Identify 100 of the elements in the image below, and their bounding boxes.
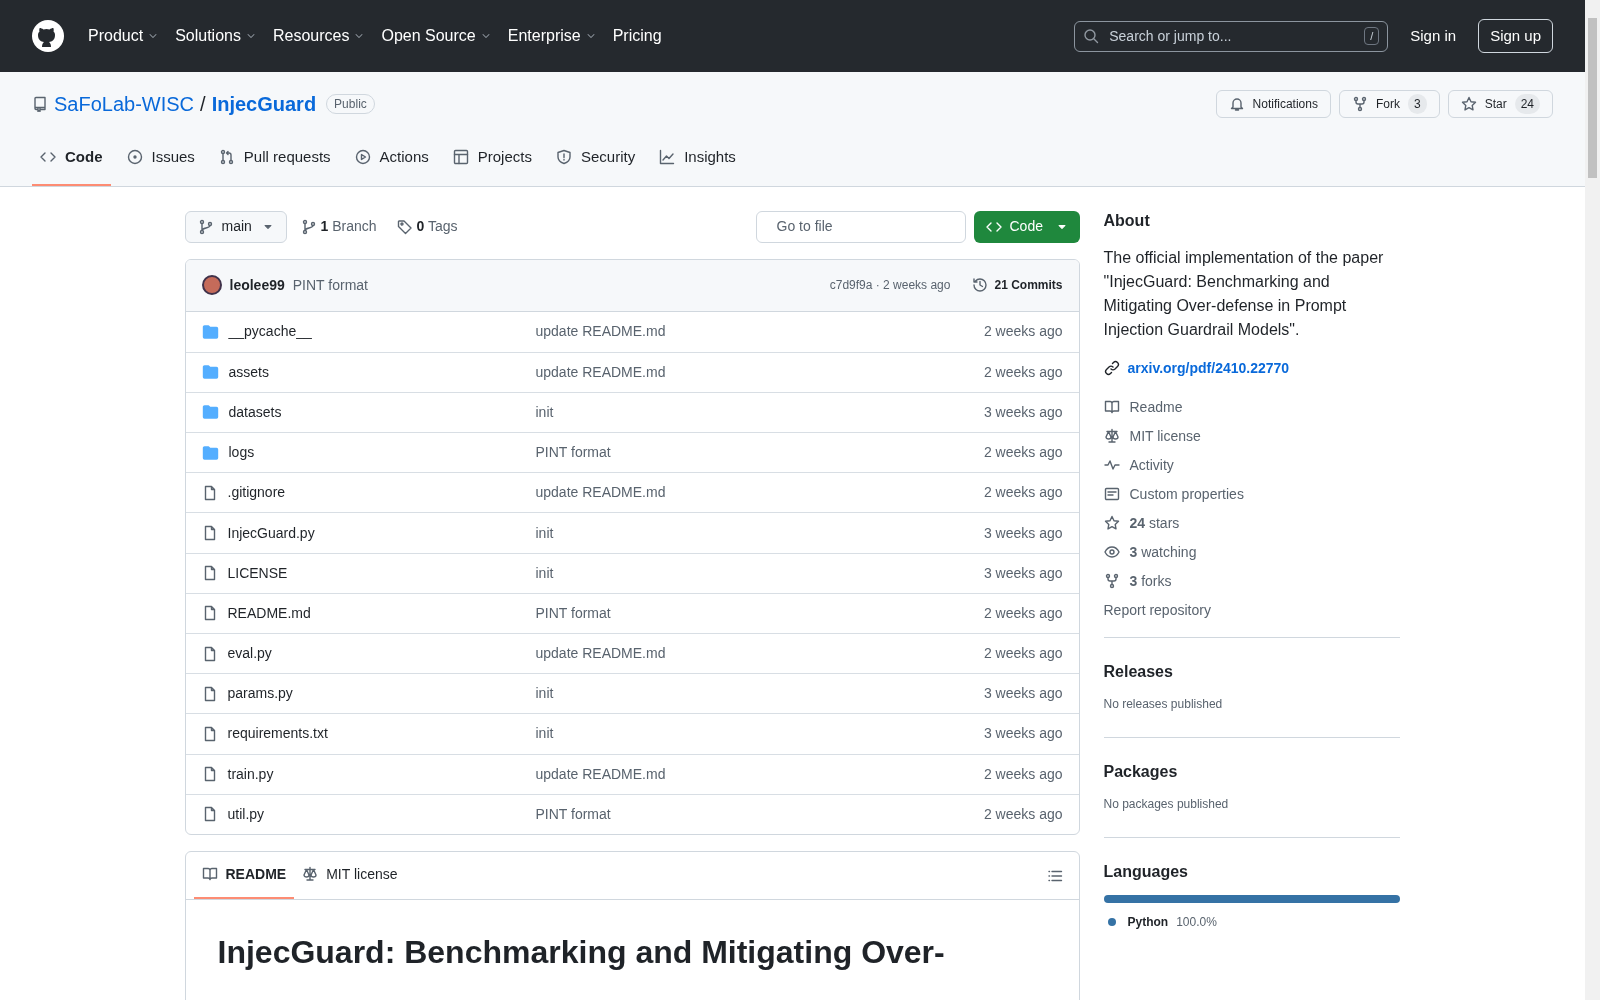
- author-link[interactable]: leolee99: [229, 274, 285, 296]
- commit-message: update README.md: [535, 322, 667, 342]
- search-field[interactable]: Search or jump to...: [1107, 24, 1357, 48]
- scrollbar[interactable]: [1585, 0, 1600, 1000]
- go-to-file-field[interactable]: Go to file: [755, 210, 966, 243]
- logo[interactable]: [32, 20, 64, 52]
- commit-time: 3 weeks ago: [983, 523, 1063, 543]
- repository-tab[interactable]: Projects: [444, 138, 540, 186]
- section-heading: Releases: [1103, 661, 1174, 681]
- about-link[interactable]: 3 forks: [1103, 566, 1400, 596]
- branches-link[interactable]: 1 Branch: [294, 216, 383, 237]
- fork-button[interactable]: Fork 3: [1338, 90, 1440, 118]
- file-name-link[interactable]: util.py: [227, 803, 265, 825]
- readme-heading: InjecGuard: Benchmarking and Mitigating Over-: [217, 932, 945, 972]
- readme-tab[interactable]: README: [193, 851, 295, 900]
- repository-tab[interactable]: Issues: [118, 138, 203, 186]
- branch-selector[interactable]: main: [184, 210, 287, 243]
- file-name-link[interactable]: assets: [228, 361, 269, 383]
- nav-menu-item[interactable]: Resources: [264, 18, 374, 54]
- website-link[interactable]: arxiv.org/pdf/2410.22770: [1127, 357, 1290, 379]
- nav-menu-item[interactable]: Solutions: [167, 18, 265, 54]
- report-link[interactable]: Report repository: [1103, 595, 1400, 625]
- code-button[interactable]: Code: [973, 210, 1080, 243]
- commit-time: 3 weeks ago: [983, 563, 1063, 583]
- language-percent: 100.0%: [1176, 914, 1217, 932]
- file-name-link[interactable]: train.py: [227, 763, 274, 785]
- about-link[interactable]: Custom properties: [1103, 479, 1400, 509]
- file-name-link[interactable]: LICENSE: [227, 562, 288, 584]
- file-name-link[interactable]: README.md: [227, 602, 311, 624]
- commit-message: init: [535, 523, 555, 543]
- branch-icon: [300, 218, 317, 235]
- notifications-button[interactable]: Notifications: [1215, 90, 1331, 118]
- commit-message: PINT format: [535, 603, 612, 623]
- commit-time: 2 weeks ago: [983, 483, 1063, 503]
- star-button[interactable]: Star 24: [1447, 90, 1553, 118]
- description: The official implementation of the paper "InjecGuard: Benchmarking and Mitigating Over-defense in Prompt Injection Guardrail Models".: [1103, 247, 1385, 340]
- commits-link[interactable]: 21 Commits: [972, 276, 1063, 294]
- about-link[interactable]: MIT license: [1103, 421, 1400, 451]
- path-separator: /: [200, 92, 206, 117]
- repository-tab[interactable]: Pull requests: [210, 138, 339, 186]
- about-link[interactable]: Readme: [1103, 392, 1400, 422]
- owner-link[interactable]: SaFoLab-WISC: [54, 89, 195, 119]
- bell-icon: [1228, 96, 1245, 112]
- commit-time: 2 weeks ago: [983, 644, 1063, 664]
- issue-icon: [126, 149, 143, 166]
- search-field[interactable]: Search or jump to... /: [1074, 20, 1389, 52]
- book-icon: [201, 866, 218, 883]
- file-name-link[interactable]: __pycache__: [228, 321, 312, 343]
- about-link[interactable]: 3 watching: [1103, 537, 1400, 567]
- nav-menu-item[interactable]: Product: [80, 18, 168, 54]
- commit-time: 2 weeks ago: [983, 764, 1063, 784]
- sign-up-button[interactable]: Sign up: [1478, 18, 1553, 54]
- folder-icon: [201, 323, 219, 340]
- commit-message: init: [535, 724, 555, 744]
- history-icon: [972, 277, 989, 293]
- avatar[interactable]: [201, 275, 222, 295]
- table-icon: [452, 149, 469, 166]
- repository-tab[interactable]: Actions: [346, 138, 437, 186]
- commit-message: PINT format: [535, 443, 612, 463]
- repository-tab[interactable]: Security: [547, 138, 644, 186]
- branch-icon: [197, 218, 214, 235]
- repository-link[interactable]: InjecGuard: [211, 89, 317, 119]
- fork-icon: [1103, 573, 1120, 590]
- commit-message: PINT format: [292, 275, 368, 295]
- star-icon: [1103, 515, 1120, 532]
- file-name-link[interactable]: InjecGuard.py: [227, 522, 315, 544]
- commit-message: PINT format: [535, 804, 612, 824]
- commit-message: init: [535, 402, 555, 422]
- folder-icon: [201, 404, 219, 421]
- nav-menu-item[interactable]: Pricing: [604, 18, 670, 54]
- commit-time: 3 weeks ago: [983, 402, 1063, 422]
- commit-time: 2 weeks ago: [983, 603, 1063, 623]
- tags-link[interactable]: 0 Tags: [390, 216, 464, 237]
- commit-message: update README.md: [535, 362, 667, 382]
- shortcut-key: /: [1364, 26, 1380, 46]
- file-name-link[interactable]: .gitignore: [227, 482, 286, 504]
- commit-time: 2 weeks ago: [983, 804, 1063, 824]
- sign-in-link[interactable]: Sign in: [1410, 24, 1457, 48]
- repository-tab[interactable]: Code: [32, 138, 111, 186]
- repository-tab[interactable]: Insights: [651, 138, 744, 186]
- file-name-link[interactable]: eval.py: [227, 643, 272, 665]
- commit-message: init: [535, 684, 555, 704]
- about-link[interactable]: Activity: [1103, 450, 1400, 480]
- link-icon: [1103, 360, 1120, 377]
- language-name[interactable]: Python: [1127, 913, 1169, 932]
- file-name-link[interactable]: logs: [228, 442, 255, 464]
- readme-tab[interactable]: MIT license: [294, 851, 406, 900]
- file-name-link[interactable]: datasets: [228, 401, 282, 423]
- star-icon: [1460, 96, 1477, 112]
- nav-menu-item[interactable]: Open Source: [373, 18, 500, 54]
- counter: 24: [1514, 94, 1540, 114]
- commit-message: update README.md: [535, 483, 667, 503]
- nav-menu-item[interactable]: Enterprise: [499, 18, 605, 54]
- about-heading: About: [1103, 210, 1151, 230]
- fork-icon: [1351, 96, 1368, 112]
- file-name-link[interactable]: params.py: [227, 683, 293, 705]
- file-name-link[interactable]: requirements.txt: [227, 723, 328, 745]
- about-link[interactable]: 24 stars: [1103, 508, 1400, 538]
- shield-icon: [555, 149, 572, 166]
- commit-message: init: [535, 563, 555, 583]
